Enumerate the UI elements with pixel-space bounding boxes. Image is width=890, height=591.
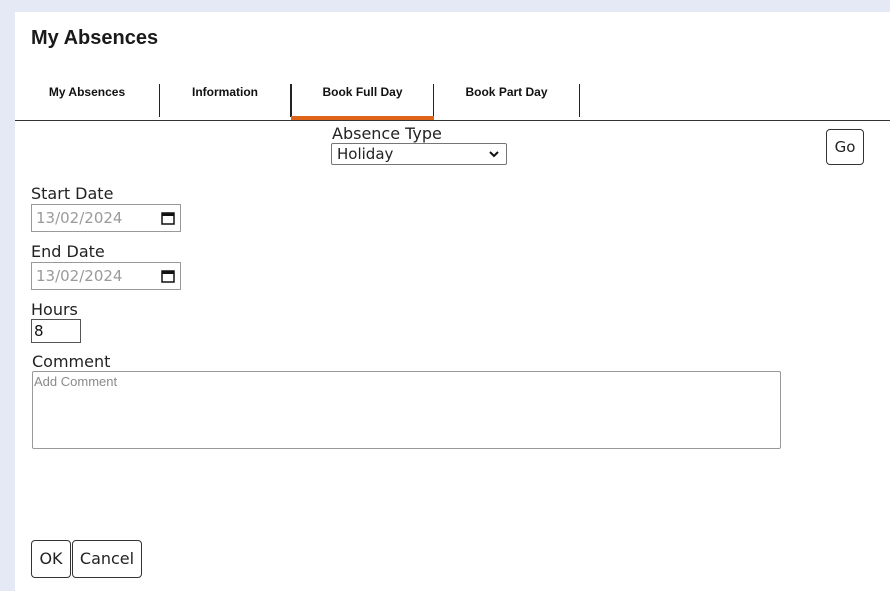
end-date-input[interactable]: 13/02/2024	[31, 262, 181, 290]
end-date-value: 13/02/2024	[36, 267, 123, 285]
start-date-value: 13/02/2024	[36, 209, 123, 227]
chevron-down-icon	[489, 151, 499, 158]
tab-label: My Absences	[48, 85, 126, 99]
tab-bar: My Absences Information Book Full Day Bo…	[15, 84, 890, 120]
tab-divider	[15, 120, 890, 121]
calendar-icon[interactable]	[161, 211, 175, 225]
absence-type-label: Absence Type	[332, 124, 442, 143]
cancel-button[interactable]: Cancel	[72, 540, 142, 578]
main-panel: My Absences My Absences Information Book…	[15, 12, 890, 591]
absence-type-value: Holiday	[337, 145, 394, 163]
comment-label: Comment	[32, 352, 111, 371]
absence-type-select[interactable]: Holiday	[331, 143, 507, 165]
tab-label: Book Part Day	[465, 85, 548, 99]
tab-information[interactable]: Information	[160, 84, 291, 117]
ok-button[interactable]: OK	[31, 540, 71, 578]
tab-my-absences[interactable]: My Absences	[15, 84, 160, 117]
tab-book-part-day[interactable]: Book Part Day	[434, 84, 580, 117]
page-title: My Absences	[31, 27, 159, 49]
hours-input[interactable]: 8	[31, 319, 81, 343]
tab-label: Information	[192, 85, 258, 99]
comment-textarea[interactable]: Add Comment	[32, 371, 781, 449]
end-date-label: End Date	[31, 242, 105, 261]
hours-label: Hours	[31, 300, 78, 319]
go-button[interactable]: Go	[826, 129, 864, 165]
tab-label: Book Full Day	[322, 85, 403, 99]
hours-value: 8	[34, 322, 44, 340]
comment-placeholder: Add Comment	[34, 374, 118, 389]
tab-book-full-day[interactable]: Book Full Day	[291, 84, 434, 120]
start-date-input[interactable]: 13/02/2024	[31, 204, 181, 232]
start-date-label: Start Date	[31, 184, 114, 203]
calendar-icon[interactable]	[161, 269, 175, 283]
